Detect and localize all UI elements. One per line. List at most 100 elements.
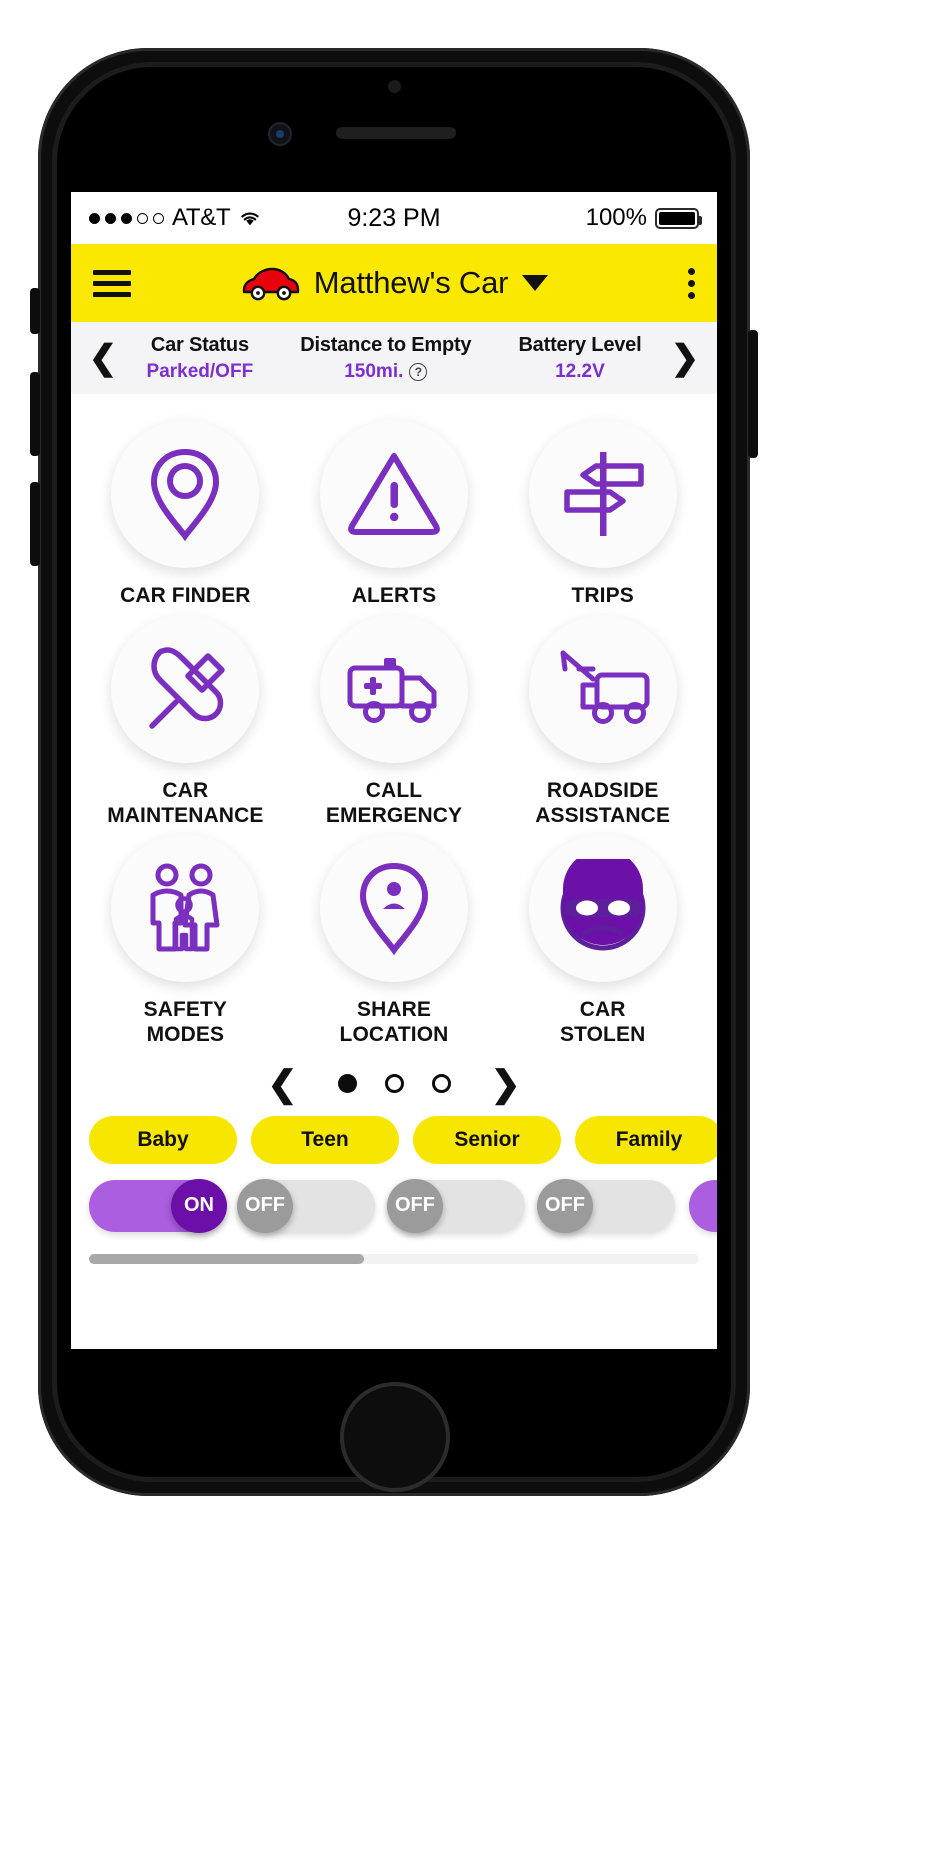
page-navigator: ❮ ❯ xyxy=(71,1048,717,1112)
tile-label: CALL EMERGENCY xyxy=(325,778,463,827)
toggle-custom-1[interactable]: ON xyxy=(689,1179,717,1232)
tile-trips[interactable]: TRIPS xyxy=(498,420,707,609)
status-cell-value: Parked/OFF xyxy=(147,361,254,383)
mode-chip-row[interactable]: Baby Teen Senior Family Custom 1 Cus xyxy=(71,1115,717,1164)
toggle-family[interactable]: OFF xyxy=(537,1178,675,1233)
status-cell-distance-to-empty[interactable]: Distance to Empty 150mi. ? xyxy=(300,334,471,383)
scrollbar-thumb[interactable] xyxy=(89,1253,364,1264)
status-strip-next-button[interactable]: ❯ xyxy=(665,341,705,375)
tile-car-stolen[interactable]: CAR STOLEN xyxy=(498,834,707,1048)
tile-icon-wrap xyxy=(528,614,677,763)
toggle-senior[interactable]: OFF xyxy=(387,1178,525,1233)
status-cell-label: Battery Level xyxy=(518,333,642,356)
tile-call-emergency[interactable]: CALL EMERGENCY xyxy=(290,614,499,829)
page-title: Matthew's Car xyxy=(313,265,509,300)
carrier-label: AT&T xyxy=(172,204,231,231)
tile-icon-wrap xyxy=(319,420,468,568)
tile-icon-wrap xyxy=(319,834,468,983)
tile-roadside-assistance[interactable]: ROADSIDE ASSISTANCE xyxy=(498,614,707,829)
status-strip-items: Car Status Parked/OFF Distance to Empty … xyxy=(123,334,665,383)
pager-next-button[interactable]: ❯ xyxy=(491,1065,521,1102)
tile-icon-wrap xyxy=(319,614,468,763)
tile-icon-wrap xyxy=(528,420,677,568)
tile-label: CAR MAINTENANCE xyxy=(107,778,264,827)
wrench-screwdriver-icon xyxy=(149,647,226,729)
status-cell-value: 150mi. ? xyxy=(300,361,471,383)
kebab-menu-icon[interactable] xyxy=(688,267,695,299)
hamburger-menu-icon[interactable] xyxy=(93,264,131,303)
pager-prev-button[interactable]: ❮ xyxy=(267,1065,297,1102)
toggle-teen[interactable]: OFF xyxy=(237,1178,375,1233)
tile-label: CAR FINDER xyxy=(120,584,251,607)
toggle-knob: OFF xyxy=(237,1178,293,1233)
volume-up-button[interactable] xyxy=(30,372,40,456)
tile-label: CAR STOLEN xyxy=(559,998,646,1047)
status-bar-left: AT&T xyxy=(89,204,262,232)
person-pin-icon xyxy=(359,863,428,956)
status-cell-battery-level[interactable]: Battery Level 12.2V xyxy=(518,334,641,383)
front-camera-icon xyxy=(268,122,292,146)
power-button[interactable] xyxy=(748,330,758,458)
phone-screen: AT&T 9:23 PM 100% Matthew's Car ❮ Car St… xyxy=(71,192,717,1349)
status-bar-right: 100% xyxy=(585,204,702,232)
tile-icon-wrap xyxy=(111,834,260,983)
page-dots xyxy=(337,1074,451,1094)
toggle-knob: OFF xyxy=(387,1178,443,1233)
toggle-knob: ON xyxy=(171,1178,227,1233)
screenshot-root: AT&T 9:23 PM 100% Matthew's Car ❮ Car St… xyxy=(0,0,941,1865)
battery-percent-label: 100% xyxy=(585,204,647,231)
volume-down-button[interactable] xyxy=(30,482,40,566)
caret-down-icon[interactable] xyxy=(522,275,549,291)
tile-share-location[interactable]: SHARE LOCATION xyxy=(290,834,499,1048)
status-cell-car-status[interactable]: Car Status Parked/OFF xyxy=(147,334,254,383)
signpost-icon xyxy=(563,452,644,536)
mode-chip-family[interactable]: Family xyxy=(575,1115,717,1164)
status-cell-value-text: 150mi. xyxy=(344,360,404,382)
tile-icon-wrap xyxy=(111,614,260,763)
ios-status-bar: AT&T 9:23 PM 100% xyxy=(71,192,717,244)
mode-chip-baby[interactable]: Baby xyxy=(89,1115,237,1164)
tow-truck-icon xyxy=(560,650,650,724)
tile-label: TRIPS xyxy=(571,584,634,607)
earpiece-speaker xyxy=(336,127,456,139)
battery-full-icon xyxy=(655,207,702,229)
mode-chip-teen[interactable]: Teen xyxy=(251,1115,399,1164)
tile-alerts[interactable]: ALERTS xyxy=(290,420,499,609)
app-title-group: Matthew's Car xyxy=(71,265,717,301)
tile-safety-modes[interactable]: SAFETY MODES xyxy=(81,834,290,1048)
safety-modes-panel: Baby Teen Senior Family Custom 1 Cus ON … xyxy=(71,1112,717,1264)
vehicle-status-strip: ❮ Car Status Parked/OFF Distance to Empt… xyxy=(71,322,717,394)
wifi-icon xyxy=(241,212,260,226)
tile-label: ROADSIDE ASSISTANCE xyxy=(535,778,671,827)
status-cell-value: 12.2V xyxy=(518,361,641,383)
proximity-sensor-icon xyxy=(388,80,401,93)
tile-label: SAFETY MODES xyxy=(143,998,228,1047)
tile-label: SHARE LOCATION xyxy=(339,998,449,1047)
status-cell-label: Distance to Empty xyxy=(300,333,472,356)
tile-icon-wrap xyxy=(111,420,260,568)
family-icon xyxy=(150,863,220,952)
tile-car-finder[interactable]: CAR FINDER xyxy=(81,420,290,609)
toggle-knob: OFF xyxy=(537,1178,593,1233)
toggle-baby[interactable]: ON xyxy=(89,1178,227,1233)
mode-chip-senior[interactable]: Senior xyxy=(413,1115,561,1164)
tile-car-maintenance[interactable]: CAR MAINTENANCE xyxy=(81,614,290,829)
page-dot-2[interactable] xyxy=(384,1074,404,1094)
horizontal-scrollbar[interactable] xyxy=(89,1253,699,1264)
red-car-icon xyxy=(242,267,299,301)
signal-strength-icon xyxy=(89,212,164,224)
ambulance-icon xyxy=(347,657,437,723)
status-cell-value-text: Parked/OFF xyxy=(146,360,254,382)
map-pin-icon xyxy=(151,448,220,542)
feature-tile-grid: CAR FINDER ALERTS TRIPS CAR MAINTENANCE … xyxy=(71,394,717,1048)
page-dot-3[interactable] xyxy=(431,1074,451,1094)
tile-label: ALERTS xyxy=(351,584,437,607)
silent-switch[interactable] xyxy=(30,288,40,334)
home-button[interactable] xyxy=(340,1382,450,1492)
status-strip-prev-button[interactable]: ❮ xyxy=(83,341,123,375)
warning-triangle-icon xyxy=(348,453,440,535)
status-cell-value-text: 12.2V xyxy=(555,360,605,382)
mode-toggle-row[interactable]: ON OFF OFF OFF ON xyxy=(71,1178,717,1233)
page-dot-1[interactable] xyxy=(337,1074,357,1094)
question-mark-icon[interactable]: ? xyxy=(409,362,428,381)
